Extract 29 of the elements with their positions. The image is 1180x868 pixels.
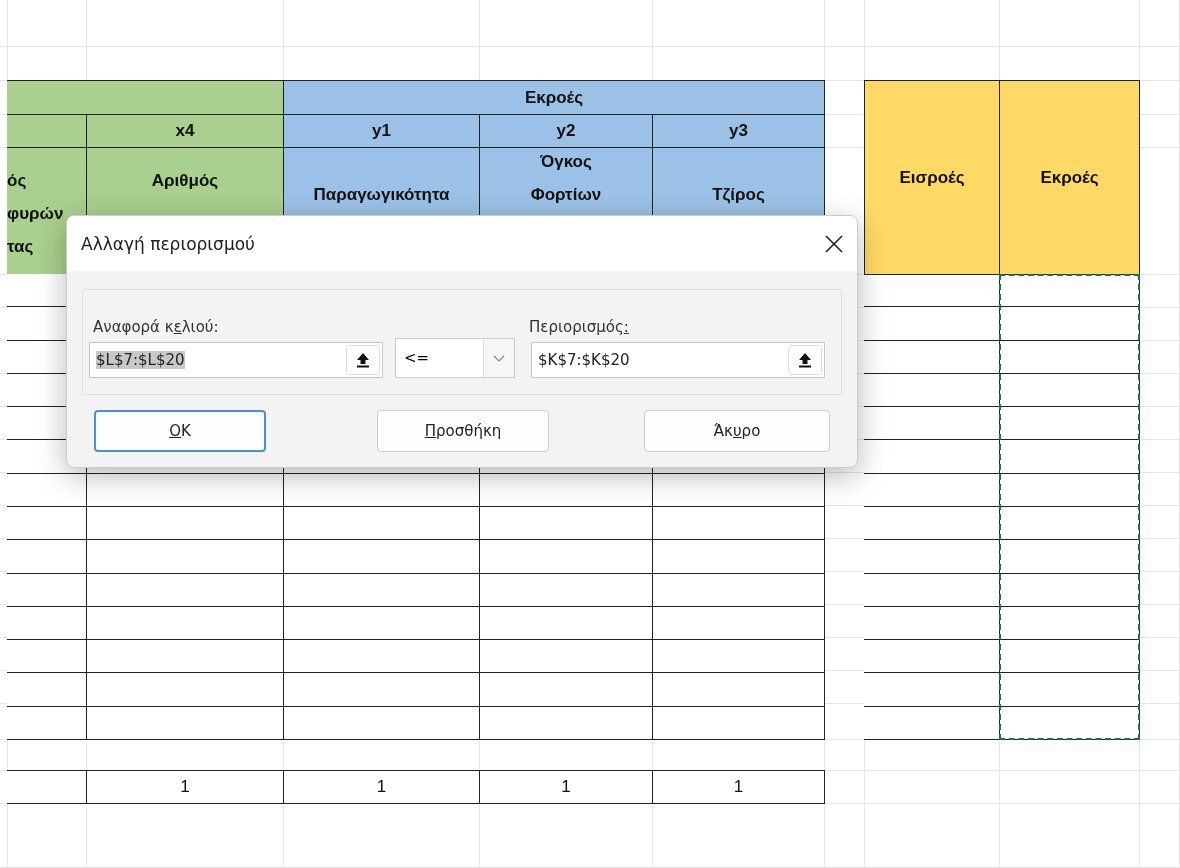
column-header: Όγκος Φορτίων	[530, 151, 602, 206]
column-header: Αριθμός	[151, 170, 219, 192]
table-cell: 1	[86, 770, 284, 804]
close-icon[interactable]	[825, 234, 843, 253]
collapse-icon[interactable]	[788, 345, 822, 375]
collapse-icon[interactable]	[346, 345, 380, 375]
header-cell: Εκροές	[283, 80, 825, 115]
field-label: Περιορισμός:	[528, 318, 630, 336]
table-cell: 1	[652, 770, 825, 804]
operator-dropdown[interactable]: <=	[395, 338, 515, 378]
dialog-button[interactable]: OK	[94, 410, 266, 452]
dialog-button[interactable]: Προσθήκη	[377, 410, 549, 452]
column-header: Τζίρος	[712, 184, 765, 206]
column-header: Παραγωγικότητα	[313, 184, 450, 206]
input-field[interactable]: $K$7:$K$20	[531, 342, 825, 378]
chevron-icon	[493, 354, 505, 362]
table-cell: 1	[283, 770, 480, 804]
column-header: ός φυρών τας	[7, 170, 65, 258]
header-cell: y2	[479, 114, 653, 148]
input-field[interactable]: $L$7:$L$20	[89, 342, 383, 378]
header-cell: y1	[283, 114, 480, 148]
dialog-button[interactable]: Άκυρο	[644, 410, 830, 452]
dialog-title: Αλλαγή περιορισμού	[81, 233, 255, 254]
header-cell: Εισροές	[864, 80, 1000, 275]
header-cell: y3	[652, 114, 825, 148]
field-label: Αναφορά κελιού:	[92, 318, 220, 336]
table-cell: 1	[479, 770, 653, 804]
header-cell: Εκροές	[999, 80, 1140, 275]
header-cell: x4	[86, 114, 284, 148]
